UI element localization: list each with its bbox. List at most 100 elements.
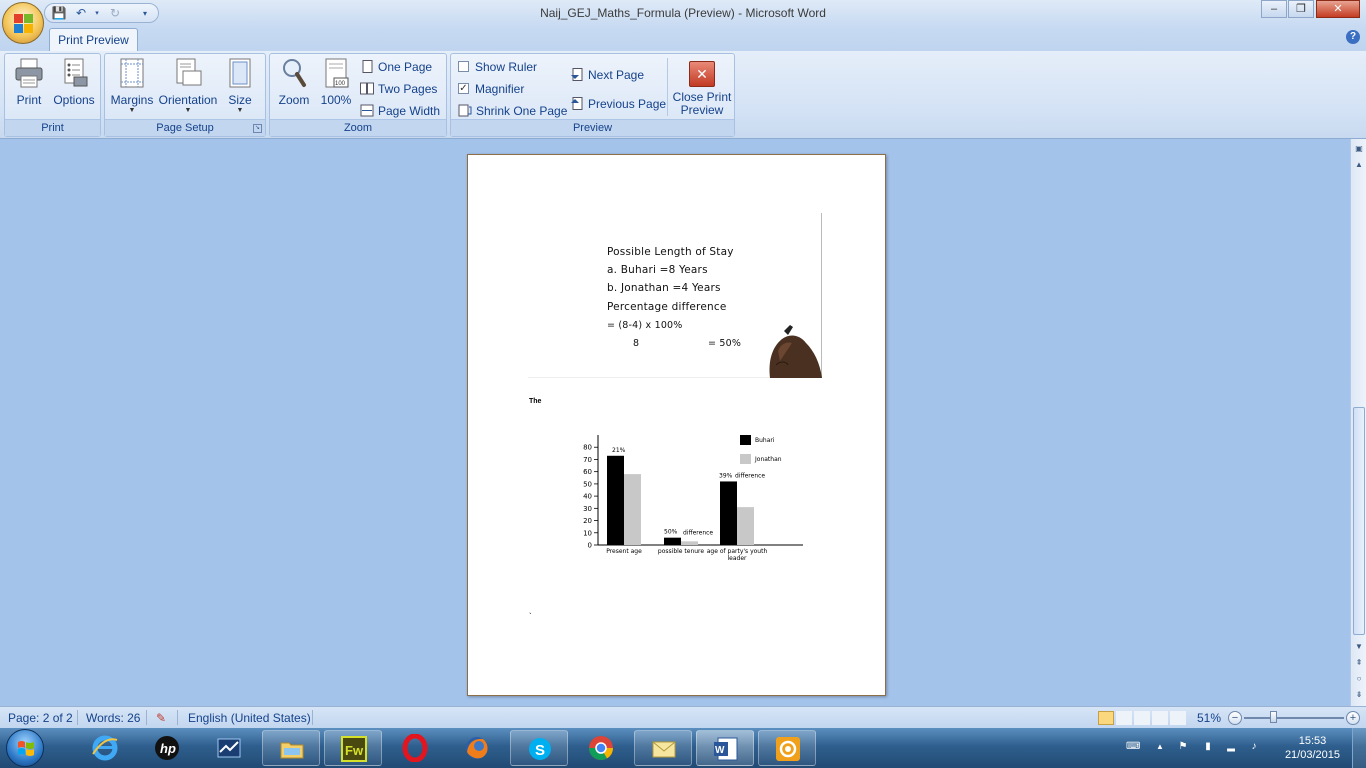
close-print-preview-button[interactable]: ✕ Close Print Preview: [671, 57, 733, 117]
y-tick-label: 10: [583, 529, 592, 537]
print-label: Print: [16, 93, 42, 107]
zoom-slider-track[interactable]: [1244, 717, 1344, 719]
start-button[interactable]: [6, 729, 44, 767]
zoom-100-icon: 100: [321, 57, 351, 89]
outline-view-icon[interactable]: [1152, 711, 1168, 725]
language-indicator[interactable]: English (United States): [188, 711, 311, 725]
close-window-button[interactable]: ✕: [1316, 0, 1360, 18]
bar-buhari-1: [664, 537, 681, 545]
margins-icon: [117, 57, 147, 89]
page-setup-launcher-icon[interactable]: ↘: [253, 124, 262, 133]
image-line-3: b. Jonathan =4 Years: [607, 282, 721, 294]
one-page-icon: [360, 60, 374, 74]
firefox-icon: [466, 737, 488, 759]
previous-page-arrow-icon[interactable]: ⇞: [1353, 657, 1365, 669]
zoom-level[interactable]: 51%: [1197, 711, 1221, 725]
zoom-out-button[interactable]: −: [1228, 711, 1242, 725]
battery-icon[interactable]: ▮: [1202, 741, 1214, 753]
margins-dropdown-icon: ▼: [128, 107, 136, 114]
zoom-in-button[interactable]: +: [1346, 711, 1360, 725]
document-page[interactable]: Possible Length of Stay a. Buhari =8 Yea…: [467, 154, 886, 696]
taskbar-firefox[interactable]: [448, 730, 506, 766]
scrollbar-thumb[interactable]: [1353, 407, 1365, 635]
taskbar-internet-explorer[interactable]: [76, 730, 134, 766]
outlook-envelope-icon: [652, 741, 676, 758]
show-ruler-checkbox-box[interactable]: [458, 61, 469, 73]
legend-label-jonathan: Jonathan: [754, 456, 782, 463]
print-layout-view-icon[interactable]: [1098, 711, 1114, 725]
volume-icon[interactable]: ♪: [1248, 741, 1260, 753]
taskbar-chrome[interactable]: [572, 730, 630, 766]
word-count[interactable]: Words: 26: [86, 711, 140, 725]
margins-button[interactable]: Margins ▼: [109, 57, 155, 114]
taskbar-file-explorer[interactable]: [262, 730, 320, 766]
shrink-one-page-icon: [458, 104, 472, 117]
action-center-flag-icon[interactable]: ⚑: [1177, 741, 1189, 753]
taskbar-opera[interactable]: [386, 730, 444, 766]
whiteboard-image: Possible Length of Stay a. Buhari =8 Yea…: [528, 213, 822, 378]
tray-clock[interactable]: 15:53 21/03/2015: [1285, 734, 1340, 762]
draft-view-icon[interactable]: [1170, 711, 1186, 725]
taskbar-fireworks[interactable]: Fw: [324, 730, 382, 766]
scroll-down-arrow[interactable]: ▼: [1353, 641, 1365, 653]
size-dropdown-icon: ▼: [236, 107, 244, 114]
zoom-button[interactable]: Zoom: [276, 57, 312, 107]
zoom-100-button[interactable]: 100 100%: [318, 57, 354, 107]
bar-buhari-0: [607, 455, 624, 545]
taskbar-word[interactable]: W: [696, 730, 754, 766]
shrink-one-page-button[interactable]: Shrink One Page: [458, 102, 567, 120]
vertical-scrollbar[interactable]: ▣ ▲ ▼ ⇞ ○ ⇟: [1350, 139, 1366, 706]
orientation-button[interactable]: Orientation ▼: [157, 57, 219, 114]
show-ruler-label: Show Ruler: [475, 60, 538, 74]
taskbar-outlook[interactable]: [634, 730, 692, 766]
preview-group: Show Ruler ✓ Magnifier Shrink One Page Ne…: [450, 53, 735, 137]
options-button[interactable]: Options: [51, 57, 97, 107]
print-button[interactable]: Print: [11, 57, 47, 107]
help-icon[interactable]: ?: [1346, 30, 1360, 44]
zoom-group-label: Zoom: [270, 119, 446, 136]
next-page-arrow-icon[interactable]: ⇟: [1353, 689, 1365, 701]
page-width-button[interactable]: Page Width: [360, 102, 440, 120]
network-signal-icon[interactable]: ▂: [1225, 741, 1237, 753]
office-button[interactable]: [2, 2, 44, 44]
office-logo-icon: [14, 14, 34, 34]
y-tick-label: 80: [583, 444, 592, 452]
page-size-icon: [225, 57, 255, 89]
svg-text:Fw: Fw: [345, 743, 364, 758]
tab-print-preview[interactable]: Print Preview: [49, 28, 138, 51]
one-page-button[interactable]: One Page: [360, 58, 432, 76]
zoom-slider-thumb[interactable]: [1270, 711, 1277, 723]
previous-page-button[interactable]: Previous Page: [570, 95, 666, 113]
status-separator: [146, 710, 147, 725]
next-page-button[interactable]: Next Page: [570, 66, 644, 84]
show-hidden-icons-icon[interactable]: ▲: [1154, 741, 1166, 753]
document-area[interactable]: Possible Length of Stay a. Buhari =8 Yea…: [0, 139, 1350, 706]
show-desktop-button[interactable]: [1352, 728, 1366, 768]
taskbar-skype[interactable]: S: [510, 730, 568, 766]
magnifier-checkbox[interactable]: ✓ Magnifier: [458, 80, 524, 98]
bar-jonathan-2: [737, 507, 754, 545]
minimize-button[interactable]: –: [1261, 0, 1287, 18]
taskbar-task-manager[interactable]: [200, 730, 258, 766]
status-separator: [177, 710, 178, 725]
taskbar-hp[interactable]: hp: [138, 730, 196, 766]
ruler-toggle-icon[interactable]: ▣: [1353, 143, 1365, 155]
keyboard-tray-icon[interactable]: ⌨: [1126, 741, 1140, 753]
close-preview-icon: ✕: [689, 61, 715, 87]
select-browse-object-icon[interactable]: ○: [1353, 673, 1365, 685]
orientation-label: Orientation: [158, 93, 218, 107]
scroll-up-arrow[interactable]: ▲: [1353, 159, 1365, 171]
full-screen-reading-view-icon[interactable]: [1116, 711, 1132, 725]
two-pages-icon: [360, 82, 374, 95]
magnifier-checkbox-box[interactable]: ✓: [458, 83, 469, 95]
page-count[interactable]: Page: 2 of 2: [8, 711, 73, 725]
two-pages-button[interactable]: Two Pages: [360, 80, 437, 98]
restore-button[interactable]: ❐: [1288, 0, 1314, 18]
proofing-icon[interactable]: ✎: [156, 711, 166, 725]
image-line-4: Percentage difference: [607, 301, 727, 313]
taskbar-presentation-app[interactable]: [758, 730, 816, 766]
size-button[interactable]: Size ▼: [223, 57, 257, 114]
show-ruler-checkbox[interactable]: Show Ruler: [458, 58, 537, 76]
web-layout-view-icon[interactable]: [1134, 711, 1150, 725]
size-label: Size: [228, 93, 252, 107]
